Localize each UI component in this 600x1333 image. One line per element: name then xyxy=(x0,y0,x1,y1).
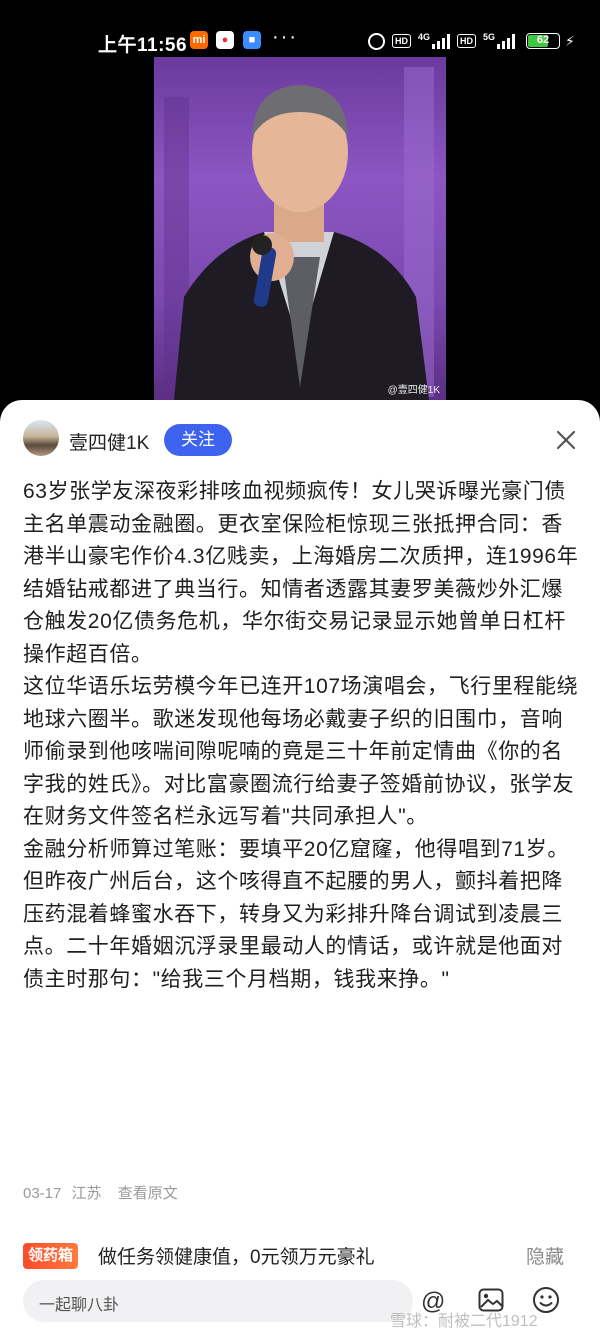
post-paragraph: 这位华语乐坛劳模今年已连开107场演唱会，飞行里程能绕地球六圈半。歌迷发现他每场… xyxy=(23,675,579,828)
mi-icon: mi xyxy=(190,31,208,49)
post-detail-sheet: 壹四健1K 关注 63岁张学友深夜彩排咳血视频疯传！女儿哭诉曝光豪门债主名单震动… xyxy=(0,400,600,1333)
network-type: 4G xyxy=(418,32,431,42)
media-watermark: @壹四健1K xyxy=(387,385,440,396)
map-pin-icon: ● xyxy=(216,31,234,49)
post-paragraph: 金融分析师算过笔账：要填平20亿窟窿，他得唱到71岁。但昨夜广州后台，这个咳得直… xyxy=(23,837,569,991)
status-right-icons: HD 4G HD 5G 62 ⚡ xyxy=(368,31,575,51)
hd-badge: HD xyxy=(457,34,477,48)
hd-badge: HD xyxy=(392,34,411,48)
close-icon[interactable] xyxy=(554,428,578,452)
blue-app-icon: ■ xyxy=(243,31,261,49)
post-body: 63岁张学友深夜彩排咳血视频疯传！女儿哭诉曝光豪门债主名单震动金融圈。更衣室保险… xyxy=(23,476,579,996)
hide-promo-button[interactable]: 隐藏 xyxy=(526,1242,564,1269)
singer-image xyxy=(164,67,434,400)
signal-icon xyxy=(432,33,451,49)
view-original-link[interactable]: 查看原文 xyxy=(118,1185,178,1202)
xueqiu-watermark: 雪球：耐被二代1912 xyxy=(390,1313,538,1330)
charging-icon: ⚡ xyxy=(565,32,575,49)
battery-icon: 62 xyxy=(526,33,561,49)
post-date: 03-17 xyxy=(23,1185,62,1202)
status-time: 上午11:56 xyxy=(98,35,188,56)
battery-level: 62 xyxy=(536,34,550,46)
more-notifications-icon: ··· xyxy=(272,26,298,48)
follow-button[interactable]: 关注 xyxy=(164,424,232,456)
avatar[interactable] xyxy=(23,420,59,456)
alarm-icon xyxy=(368,32,385,50)
post-meta: 03-17 江苏 查看原文 xyxy=(23,1182,178,1203)
author-name[interactable]: 壹四健1K xyxy=(69,428,149,455)
post-paragraph: 63岁张学友深夜彩排咳血视频疯传！女儿哭诉曝光豪门债主名单震动金融圈。更衣室保险… xyxy=(23,480,579,666)
comment-input[interactable]: 一起聊八卦 xyxy=(23,1280,413,1322)
promo-badge[interactable]: 领药箱 xyxy=(23,1243,79,1269)
network-type: 5G xyxy=(483,32,496,42)
comment-placeholder: 一起聊八卦 xyxy=(39,1297,120,1314)
post-location: 江苏 xyxy=(71,1185,102,1202)
promo-text[interactable]: 做任务领健康值，0元领万元豪礼 xyxy=(98,1242,375,1269)
signal-icon xyxy=(497,33,516,49)
post-video[interactable]: @壹四健1K xyxy=(154,57,446,400)
